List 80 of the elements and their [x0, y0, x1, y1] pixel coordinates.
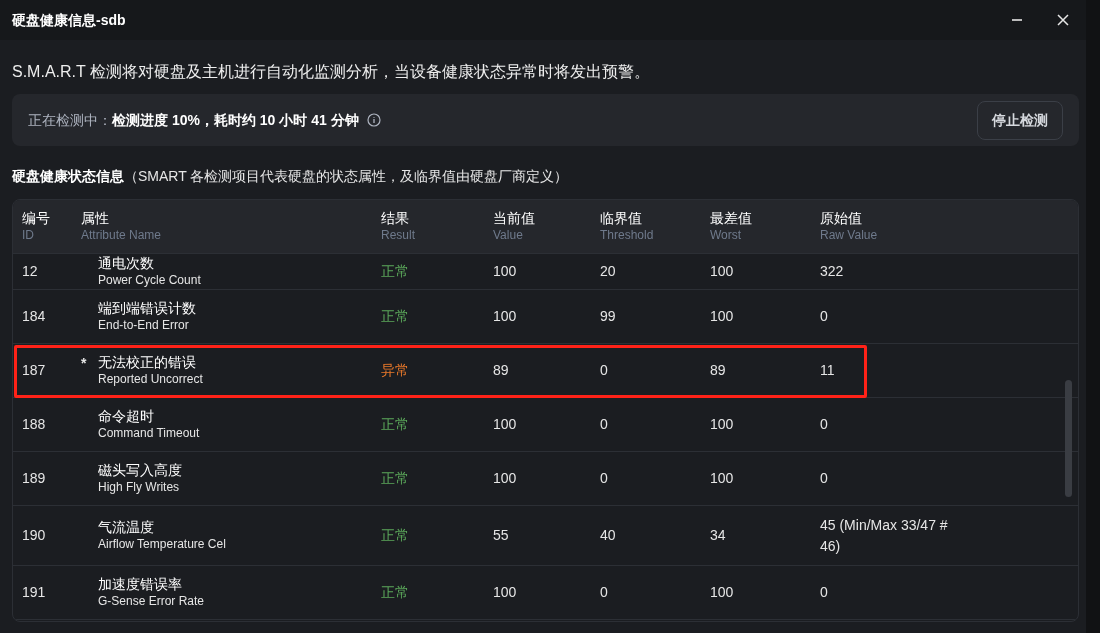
attribute-name: 端到端错误计数 [98, 299, 196, 318]
attribute-name: 磁头写入高度 [98, 461, 182, 480]
table-cell-text: 0 [820, 415, 829, 434]
column-subtitle: ID [22, 227, 35, 243]
column-title: 原始值 [820, 210, 863, 228]
stop-button[interactable]: 停止检测 [977, 100, 1063, 140]
table-cell-text: 0 [820, 583, 829, 602]
attribute-name: 加速度错误率 [98, 575, 183, 594]
table-cell-text: 190 [22, 526, 47, 545]
column-title: 结果 [381, 210, 410, 228]
table-cell-text: 100 [710, 262, 735, 281]
status-label: 正在检测中： [28, 110, 112, 130]
table-cell-text: 100 [493, 415, 518, 434]
asterisk-mark: * [81, 354, 88, 373]
table-cell-text: 0 [600, 469, 609, 488]
table-cell-text: 0 [820, 469, 829, 488]
section-note: （SMART 各检测项目代表硬盘的状态属性，及临界值由硬盘厂商定义） [124, 168, 569, 184]
result-text: 正常 [381, 584, 409, 600]
column-subtitle: Attribute Name [81, 227, 163, 243]
attribute-name-english: End-to-End Error [98, 317, 190, 334]
table-cell-text: 188 [22, 415, 47, 434]
table-cell-text: 89 [710, 361, 727, 380]
attribute-name: 通电次数 [98, 254, 155, 273]
table-cell-text: 0 [600, 361, 609, 380]
table-cell-text: 20 [600, 262, 617, 281]
column-title: 当前值 [493, 210, 536, 228]
column-subtitle: Raw Value [820, 227, 879, 243]
result-text: 异常 [381, 362, 409, 378]
column-subtitle: Value [493, 227, 524, 243]
attribute-name: 无法校正的错误 [98, 353, 197, 372]
table-cell-text: 55 [493, 526, 510, 545]
column-title: 属性 [81, 210, 110, 228]
attribute-name-english: Airflow Temperature Cel [98, 536, 226, 553]
attribute-name-english: High Fly Writes [98, 479, 181, 496]
result-text: 正常 [381, 527, 409, 543]
table-cell-text: 184 [22, 307, 47, 326]
table-cell-text: 34 [710, 526, 727, 545]
table-cell-text: 89 [493, 361, 510, 380]
table-cell-text: 0 [600, 415, 609, 434]
column-title: 临界值 [600, 210, 643, 228]
column-subtitle: Result [381, 227, 416, 243]
table-cell-text: 99 [600, 307, 617, 326]
table-cell-text: 100 [710, 415, 735, 434]
table-cell-text: 100 [710, 307, 735, 326]
table-cell-text: 11 [820, 361, 836, 380]
table-cell-text: 12 [22, 262, 39, 281]
result-text: 正常 [381, 308, 409, 324]
info-icon [366, 113, 381, 127]
column-subtitle: Threshold [600, 227, 655, 243]
table-cell-text: 100 [493, 583, 518, 602]
result-text: 正常 [381, 416, 409, 432]
column-subtitle: Worst [710, 227, 743, 243]
table-cell-text: 100 [493, 307, 518, 326]
table-cell-text: 40 [600, 526, 617, 545]
table-cell-text: 191 [22, 583, 47, 602]
table-cell-text: 100 [493, 262, 518, 281]
attribute-name-english: G-Sense Error Rate [98, 593, 205, 610]
table-cell-text: 100 [710, 583, 735, 602]
section-title: 硬盘健康状态信息 [12, 168, 124, 184]
table-cell-text: 322 [820, 262, 845, 281]
result-text: 正常 [381, 470, 409, 486]
result-text: 正常 [381, 263, 409, 279]
column-title: 编号 [22, 210, 51, 228]
attribute-name: 命令超时 [98, 407, 155, 426]
attribute-name-english: Reported Uncorrect [98, 371, 203, 388]
table-cell-text: 0 [820, 307, 829, 326]
attribute-name-english: Power Cycle Count [98, 272, 201, 289]
attribute-name-english: Command Timeout [98, 425, 200, 442]
table-cell-text: 0 [600, 583, 609, 602]
close-icon [1056, 13, 1070, 27]
window-title: 硬盘健康信息-sdb [12, 10, 126, 30]
table-cell-text: 100 [493, 469, 518, 488]
description-text: S.M.A.R.T 检测将对硬盘及主机进行自动化监测分析，当设备健康状态异常时将发出预警。 [11, 62, 651, 82]
table-cell-text: 189 [22, 469, 47, 488]
column-title: 最差值 [710, 210, 753, 228]
table-cell-text: 45 (Min/Max 33/47 # 46) [820, 515, 949, 556]
progress-text: 检测进度 10%，耗时约 10 小时 41 分钟 [112, 110, 359, 130]
table-cell-text: 100 [710, 469, 735, 488]
table-cell-text: 187 [22, 361, 47, 380]
attribute-name: 气流温度 [98, 518, 155, 537]
